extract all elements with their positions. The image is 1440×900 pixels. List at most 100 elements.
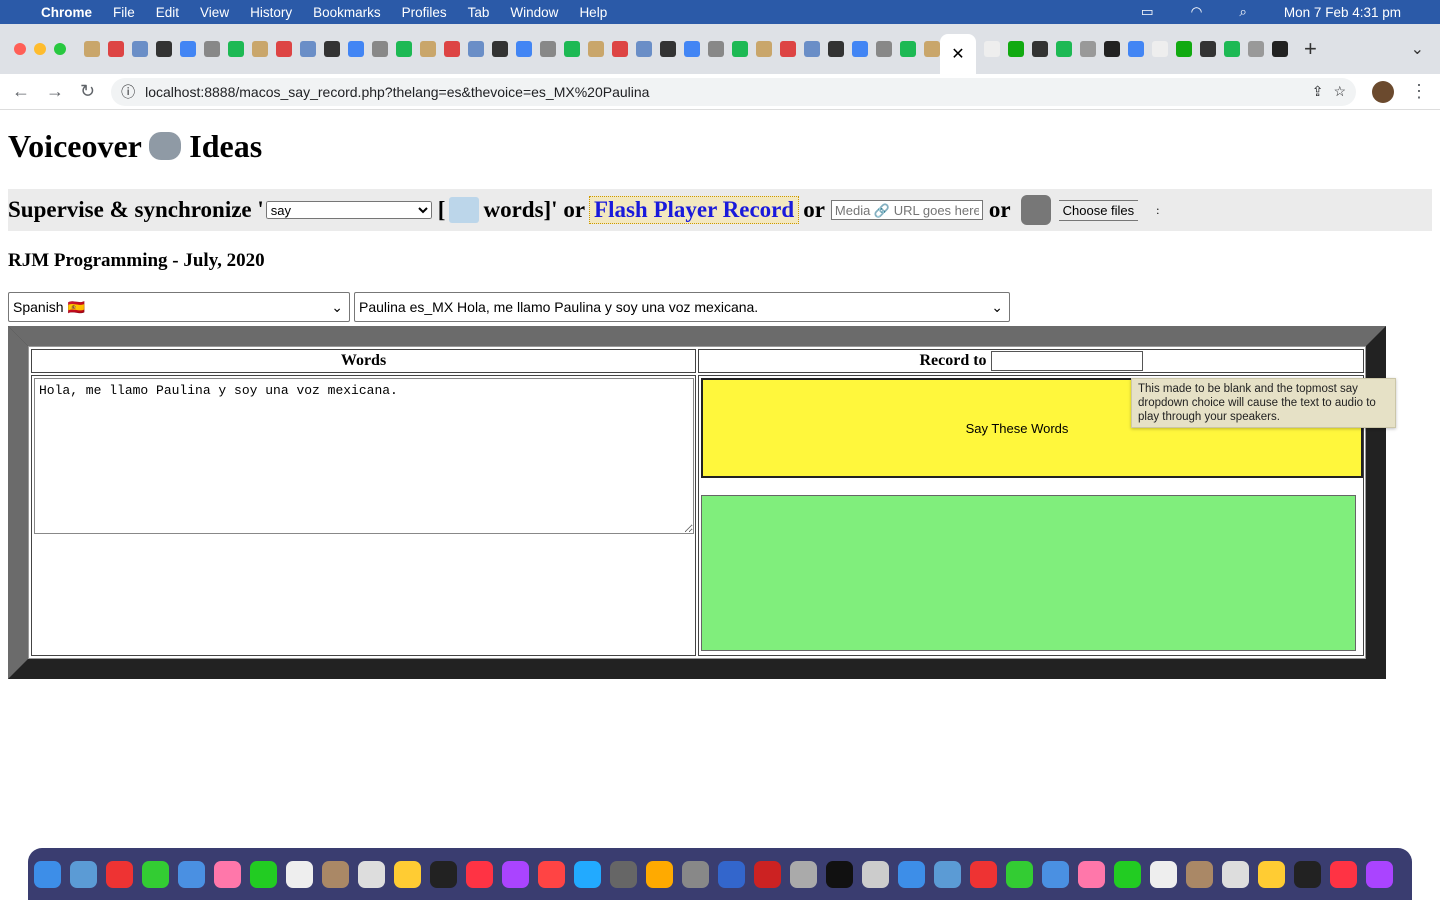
- tab-favicon[interactable]: [876, 41, 892, 57]
- tab-favicon[interactable]: [780, 41, 796, 57]
- menu-file[interactable]: File: [113, 5, 135, 20]
- menu-help[interactable]: Help: [579, 5, 607, 20]
- tab-favicon[interactable]: [228, 41, 244, 57]
- record-to-input[interactable]: [990, 351, 1143, 372]
- dock-app-icon[interactable]: [466, 860, 493, 888]
- avatar[interactable]: [1372, 80, 1394, 103]
- tab-favicon[interactable]: [300, 41, 316, 57]
- tab-favicon[interactable]: [804, 41, 820, 57]
- tab-favicon[interactable]: [732, 41, 748, 57]
- tab-favicon[interactable]: [828, 41, 844, 57]
- tab-favicon[interactable]: [984, 41, 1000, 57]
- tab-favicon[interactable]: [420, 41, 436, 57]
- dock-app-icon[interactable]: [1078, 860, 1105, 888]
- tab-favicon[interactable]: [1176, 41, 1192, 57]
- book-icon[interactable]: [449, 197, 480, 223]
- tab-favicon[interactable]: [348, 41, 364, 57]
- menu-tab[interactable]: Tab: [468, 5, 490, 20]
- new-tab-button[interactable]: +: [1304, 36, 1317, 62]
- dock-app-icon[interactable]: [34, 860, 61, 888]
- dock-app-icon[interactable]: [646, 860, 673, 888]
- dock-app-icon[interactable]: [574, 860, 601, 888]
- dock-app-icon[interactable]: [718, 860, 745, 888]
- menu-app[interactable]: Chrome: [41, 5, 92, 20]
- more-menu-icon[interactable]: ⋮: [1410, 81, 1428, 102]
- close-tab-icon[interactable]: ✕: [951, 44, 964, 64]
- choose-files-button[interactable]: Choose files: [1058, 199, 1139, 221]
- menu-view[interactable]: View: [200, 5, 229, 20]
- tab-favicon[interactable]: [852, 41, 868, 57]
- tab-favicon[interactable]: [204, 41, 220, 57]
- tab-favicon[interactable]: [756, 41, 772, 57]
- address-bar[interactable]: ⓘ localhost:8888/macos_say_record.php?th…: [111, 77, 1356, 106]
- dock-app-icon[interactable]: [214, 860, 241, 888]
- tab-favicon[interactable]: [1080, 41, 1096, 57]
- menu-window[interactable]: Window: [510, 5, 558, 20]
- tv-icon[interactable]: [1020, 195, 1051, 225]
- dock-app-icon[interactable]: [394, 860, 421, 888]
- search-icon[interactable]: ⌕: [1239, 4, 1247, 20]
- tab-favicon[interactable]: [156, 41, 172, 57]
- dock-app-icon[interactable]: [358, 860, 385, 888]
- dock-app-icon[interactable]: [682, 860, 709, 888]
- close-window-button[interactable]: [14, 43, 26, 55]
- back-icon[interactable]: ←: [12, 81, 30, 102]
- dock-app-icon[interactable]: [1294, 860, 1321, 888]
- flash-player-record-link[interactable]: Flash Player Record: [589, 196, 800, 224]
- tab-favicon[interactable]: [84, 41, 100, 57]
- dock-app-icon[interactable]: [934, 860, 961, 888]
- dock-app-icon[interactable]: [970, 860, 997, 888]
- tab-favicon[interactable]: [1152, 41, 1168, 57]
- tab-favicon[interactable]: [516, 41, 532, 57]
- tab-favicon[interactable]: [1248, 41, 1264, 57]
- tab-favicon[interactable]: [396, 41, 412, 57]
- tab-favicon[interactable]: [180, 41, 196, 57]
- tab-favicon[interactable]: [132, 41, 148, 57]
- dock-app-icon[interactable]: [898, 860, 925, 888]
- tab-favicon[interactable]: [1200, 41, 1216, 57]
- dock-app-icon[interactable]: [106, 860, 133, 888]
- dock-app-icon[interactable]: [178, 860, 205, 888]
- tab-favicon[interactable]: [684, 41, 700, 57]
- words-textarea[interactable]: Hola, me llamo Paulina y soy una voz mex…: [34, 378, 694, 534]
- minimize-window-button[interactable]: [34, 43, 46, 55]
- tab-favicon[interactable]: [444, 41, 460, 57]
- dock-app-icon[interactable]: [70, 860, 97, 888]
- tab-favicon[interactable]: [660, 41, 676, 57]
- tab-favicon[interactable]: [1032, 41, 1048, 57]
- tab-favicon[interactable]: [1224, 41, 1240, 57]
- dock-app-icon[interactable]: [1258, 860, 1285, 888]
- dock-app-icon[interactable]: [862, 860, 889, 888]
- tab-favicon[interactable]: [252, 41, 268, 57]
- menu-bookmarks[interactable]: Bookmarks: [313, 5, 381, 20]
- menu-edit[interactable]: Edit: [156, 5, 179, 20]
- dock-app-icon[interactable]: [142, 860, 169, 888]
- media-url-input[interactable]: [830, 200, 983, 220]
- info-icon[interactable]: ⓘ: [121, 82, 135, 102]
- dock-app-icon[interactable]: [430, 860, 457, 888]
- voice-select[interactable]: Paulina es_MX Hola, me llamo Paulina y s…: [354, 292, 1010, 322]
- tab-favicon[interactable]: [588, 41, 604, 57]
- clock[interactable]: Mon 7 Feb 4:31 pm: [1284, 5, 1401, 20]
- bookmark-star-icon[interactable]: ☆: [1333, 83, 1346, 100]
- forward-icon[interactable]: →: [46, 81, 64, 102]
- tab-favicon[interactable]: [276, 41, 292, 57]
- dock-app-icon[interactable]: [1150, 860, 1177, 888]
- dock-app-icon[interactable]: [538, 860, 565, 888]
- tab-favicon[interactable]: [372, 41, 388, 57]
- tab-favicon[interactable]: [900, 41, 916, 57]
- battery-icon[interactable]: ▭: [1141, 4, 1154, 20]
- dock-app-icon[interactable]: [502, 860, 529, 888]
- tab-favicon[interactable]: [1128, 41, 1144, 57]
- tab-favicon[interactable]: [108, 41, 124, 57]
- zoom-window-button[interactable]: [54, 43, 66, 55]
- share-icon[interactable]: ⇪: [1312, 83, 1324, 100]
- menu-history[interactable]: History: [250, 5, 292, 20]
- dock-app-icon[interactable]: [610, 860, 637, 888]
- dock-app-icon[interactable]: [1042, 860, 1069, 888]
- url-text[interactable]: localhost:8888/macos_say_record.php?thel…: [145, 84, 649, 100]
- dock-app-icon[interactable]: [1366, 860, 1393, 888]
- say-dropdown[interactable]: say: [265, 201, 432, 219]
- tab-favicon[interactable]: [468, 41, 484, 57]
- dock-app-icon[interactable]: [286, 860, 313, 888]
